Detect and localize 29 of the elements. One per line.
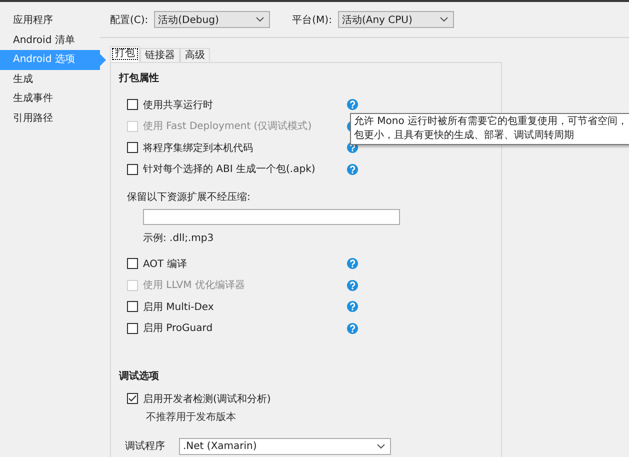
tooltip: 允许 Mono 运行时被所有需要它的包重复使用，可节省空间， 包更小，且具有更快的生成、部署、调试周转周期 <box>350 113 629 145</box>
option-label: 启用 ProGuard <box>143 322 213 336</box>
option-label: 启用 Multi-Dex <box>143 300 214 314</box>
tab[interactable]: 高级 <box>180 48 210 62</box>
section-title: 打包属性 <box>119 72 160 85</box>
tab[interactable]: 打包 <box>110 46 140 62</box>
debugger-label: 调试程序 <box>125 440 166 454</box>
sidebar-item[interactable]: 生成事件 <box>0 89 92 108</box>
sidebar-item[interactable]: 应用程序 <box>0 11 92 30</box>
option-label: 使用共享运行时 <box>143 98 213 112</box>
option-label: 启用开发者检测(调试和分析) <box>143 392 271 406</box>
option-label: 使用 LLVM 优化编译器 <box>143 278 245 292</box>
option-label: 将程序集绑定到本机代码 <box>143 142 253 155</box>
option-note: 不推荐用于发布版本 <box>146 410 237 424</box>
configuration-label: 配置(C): <box>110 14 148 26</box>
sidebar-item[interactable]: Android 清单 <box>0 30 92 50</box>
option-label: 使用 Fast Deployment (仅调试模式) <box>143 120 312 134</box>
option-label: AOT 编译 <box>143 258 187 271</box>
sidebar-item[interactable]: 引用路径 <box>0 108 92 128</box>
debugger-dropdown[interactable]: .Net (Xamarin) <box>179 438 391 455</box>
section-title: 调试选项 <box>119 370 160 383</box>
platform-label: 平台(M): <box>292 14 332 26</box>
configuration-dropdown[interactable]: 活动(Debug) <box>154 11 270 28</box>
sidebar-item[interactable]: 生成 <box>0 70 92 89</box>
field-label: 保留以下资源扩展不经压缩: <box>127 192 250 203</box>
platform-dropdown[interactable]: 活动(Any CPU) <box>338 11 454 28</box>
example-hint: 示例: .dll;.mp3 <box>143 232 215 245</box>
option-label: 针对每个选择的 ABI 生成一个包(.apk) <box>143 162 316 176</box>
tab[interactable]: 链接器 <box>140 48 180 62</box>
